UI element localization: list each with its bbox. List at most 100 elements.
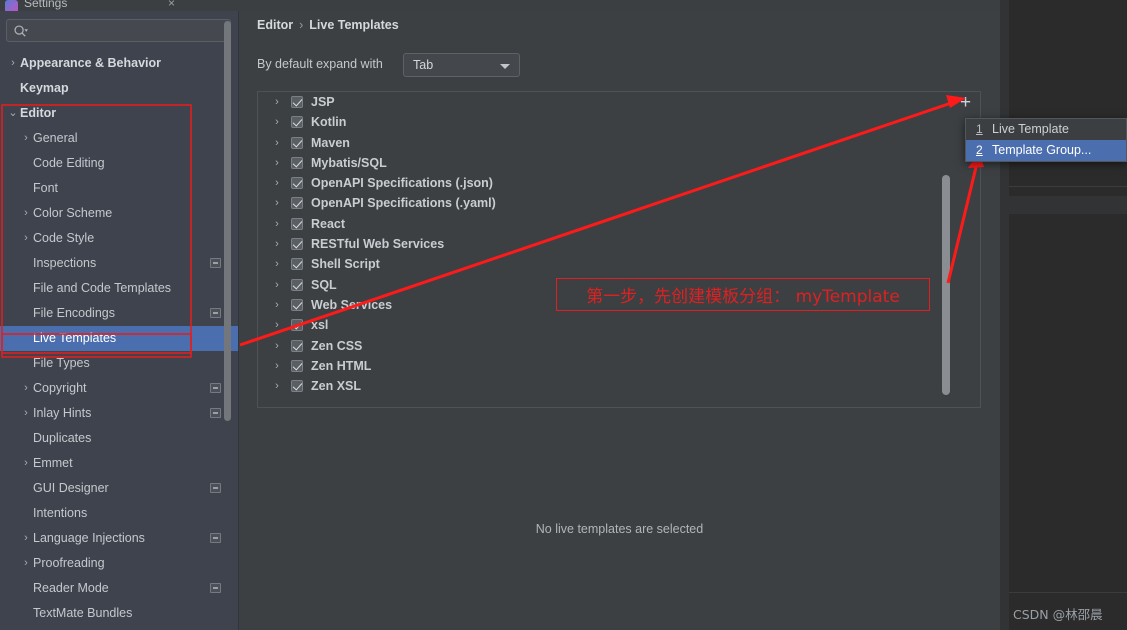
template-group-checkbox[interactable] <box>291 278 303 291</box>
ide-background-line-upper <box>1009 186 1127 187</box>
close-icon[interactable]: × <box>168 0 175 10</box>
sidebar-item-general[interactable]: › General <box>0 126 239 151</box>
settings-indicator-icon <box>210 533 221 543</box>
sidebar-item-label: Inspections <box>33 256 97 270</box>
chevron-right-icon[interactable]: › <box>270 173 284 193</box>
chevron-right-icon[interactable]: › <box>270 234 284 254</box>
sidebar-item-file-types[interactable]: File Types <box>0 351 239 376</box>
sidebar-item-font[interactable]: Font <box>0 176 239 201</box>
breadcrumb-root[interactable]: Editor <box>257 18 293 32</box>
template-group-label: React <box>311 216 346 231</box>
sidebar-item-intentions[interactable]: Intentions <box>0 501 239 526</box>
sidebar-item-file-and-code-templates[interactable]: File and Code Templates <box>0 276 239 301</box>
template-group-checkbox[interactable] <box>291 380 303 393</box>
chevron-right-icon[interactable]: › <box>270 275 284 295</box>
chevron-right-icon[interactable]: › <box>270 295 284 315</box>
menu-item-live-template[interactable]: 1 Live Template <box>966 119 1126 140</box>
template-group-checkbox[interactable] <box>291 238 303 251</box>
sidebar-item-gui-designer[interactable]: GUI Designer <box>0 476 239 501</box>
add-button[interactable]: + <box>960 93 971 112</box>
sidebar-item-file-encodings[interactable]: File Encodings <box>0 301 239 326</box>
expand-with-select[interactable]: Tab <box>403 53 520 77</box>
menu-item-label: Template Group... <box>992 143 1092 157</box>
template-group-checkbox[interactable] <box>291 197 303 210</box>
chevron-right-icon[interactable]: › <box>19 401 33 426</box>
template-group-row[interactable]: › OpenAPI Specifications (.json) <box>258 173 980 193</box>
sidebar-item-editor[interactable]: ⌄ Editor <box>0 101 239 126</box>
template-group-row[interactable]: › RESTful Web Services <box>258 234 980 254</box>
template-group-checkbox[interactable] <box>291 136 303 149</box>
sidebar-item-live-templates[interactable]: Live Templates <box>0 326 239 351</box>
template-group-checkbox[interactable] <box>291 339 303 352</box>
sidebar-item-code-editing[interactable]: Code Editing <box>0 151 239 176</box>
chevron-right-icon[interactable]: › <box>270 153 284 173</box>
template-groups-list[interactable]: › JSP › Kotlin › Maven › Mybatis/SQL › OpenAPI Sp… <box>257 91 981 408</box>
chevron-right-icon[interactable]: › <box>19 201 33 226</box>
chevron-down-icon[interactable]: ⌄ <box>6 101 20 126</box>
template-group-label: SQL <box>311 277 337 292</box>
chevron-right-icon[interactable]: › <box>270 315 284 335</box>
chevron-right-icon[interactable]: › <box>270 193 284 213</box>
template-group-checkbox[interactable] <box>291 217 303 230</box>
sidebar-scrollbar-thumb[interactable] <box>224 21 231 421</box>
sidebar-item-code-style[interactable]: › Code Style <box>0 226 239 251</box>
sidebar-item-emmet[interactable]: › Emmet <box>0 451 239 476</box>
sidebar-item-label: Code Style <box>33 231 95 245</box>
template-group-row[interactable]: › xsl <box>258 315 980 335</box>
template-group-checkbox[interactable] <box>291 298 303 311</box>
sidebar-item-duplicates[interactable]: Duplicates <box>0 426 239 451</box>
menu-item-template-group[interactable]: 2 Template Group... <box>966 140 1126 161</box>
chevron-right-icon[interactable]: › <box>270 336 284 356</box>
sidebar-item-appearance-behavior[interactable]: › Appearance & Behavior <box>0 51 239 76</box>
template-group-row[interactable]: › Zen CSS <box>258 336 980 356</box>
chevron-right-icon[interactable]: › <box>19 376 33 401</box>
template-group-checkbox[interactable] <box>291 319 303 332</box>
template-group-label: Zen HTML <box>311 358 372 373</box>
sidebar-item-copyright[interactable]: › Copyright <box>0 376 239 401</box>
template-group-label: Zen CSS <box>311 338 363 353</box>
template-group-row[interactable]: › Shell Script <box>258 254 980 274</box>
template-group-row[interactable]: › Zen HTML <box>258 356 980 376</box>
chevron-right-icon[interactable]: › <box>270 356 284 376</box>
template-group-row[interactable]: › JSP <box>258 92 980 112</box>
sidebar-item-keymap[interactable]: Keymap <box>0 76 239 101</box>
dialog-title: Settings <box>24 0 68 10</box>
chevron-right-icon[interactable]: › <box>19 551 33 576</box>
template-group-checkbox[interactable] <box>291 156 303 169</box>
template-group-checkbox[interactable] <box>291 359 303 372</box>
template-group-checkbox[interactable] <box>291 258 303 271</box>
sidebar-item-label: File and Code Templates <box>33 281 172 295</box>
chevron-right-icon[interactable]: › <box>270 133 284 153</box>
sidebar-item-inlay-hints[interactable]: › Inlay Hints <box>0 401 239 426</box>
chevron-right-icon[interactable]: › <box>270 376 284 396</box>
sidebar-item-inspections[interactable]: Inspections <box>0 251 239 276</box>
chevron-right-icon[interactable]: › <box>270 214 284 234</box>
template-group-row[interactable]: › Maven <box>258 133 980 153</box>
menu-item-label: Live Template <box>992 122 1069 136</box>
chevron-right-icon[interactable]: › <box>270 92 284 112</box>
sidebar-item-textmate-bundles[interactable]: TextMate Bundles <box>0 601 239 626</box>
template-group-row[interactable]: › Zen XSL <box>258 376 980 396</box>
chevron-right-icon[interactable]: › <box>6 51 20 76</box>
search-field[interactable] <box>6 19 231 42</box>
chevron-right-icon[interactable]: › <box>19 226 33 251</box>
chevron-right-icon[interactable]: › <box>270 254 284 274</box>
template-group-row[interactable]: › Kotlin <box>258 112 980 132</box>
settings-tree: › Appearance & Behavior Keymap ⌄ Editor › Gene… <box>0 51 239 626</box>
template-group-row[interactable]: › Mybatis/SQL <box>258 153 980 173</box>
template-group-checkbox[interactable] <box>291 177 303 190</box>
sidebar-item-language-injections[interactable]: › Language Injections <box>0 526 239 551</box>
template-group-row[interactable]: › React <box>258 214 980 234</box>
template-list-scrollbar-thumb[interactable] <box>942 175 950 395</box>
template-group-checkbox[interactable] <box>291 116 303 129</box>
template-group-checkbox[interactable] <box>291 96 303 108</box>
chevron-right-icon[interactable]: › <box>19 451 33 476</box>
sidebar-item-proofreading[interactable]: › Proofreading <box>0 551 239 576</box>
template-group-row[interactable]: › OpenAPI Specifications (.yaml) <box>258 193 980 213</box>
chevron-right-icon[interactable]: › <box>270 112 284 132</box>
empty-state-message: No live templates are selected <box>535 522 704 536</box>
sidebar-item-color-scheme[interactable]: › Color Scheme <box>0 201 239 226</box>
chevron-right-icon[interactable]: › <box>19 126 33 151</box>
sidebar-item-reader-mode[interactable]: Reader Mode <box>0 576 239 601</box>
chevron-right-icon[interactable]: › <box>19 526 33 551</box>
